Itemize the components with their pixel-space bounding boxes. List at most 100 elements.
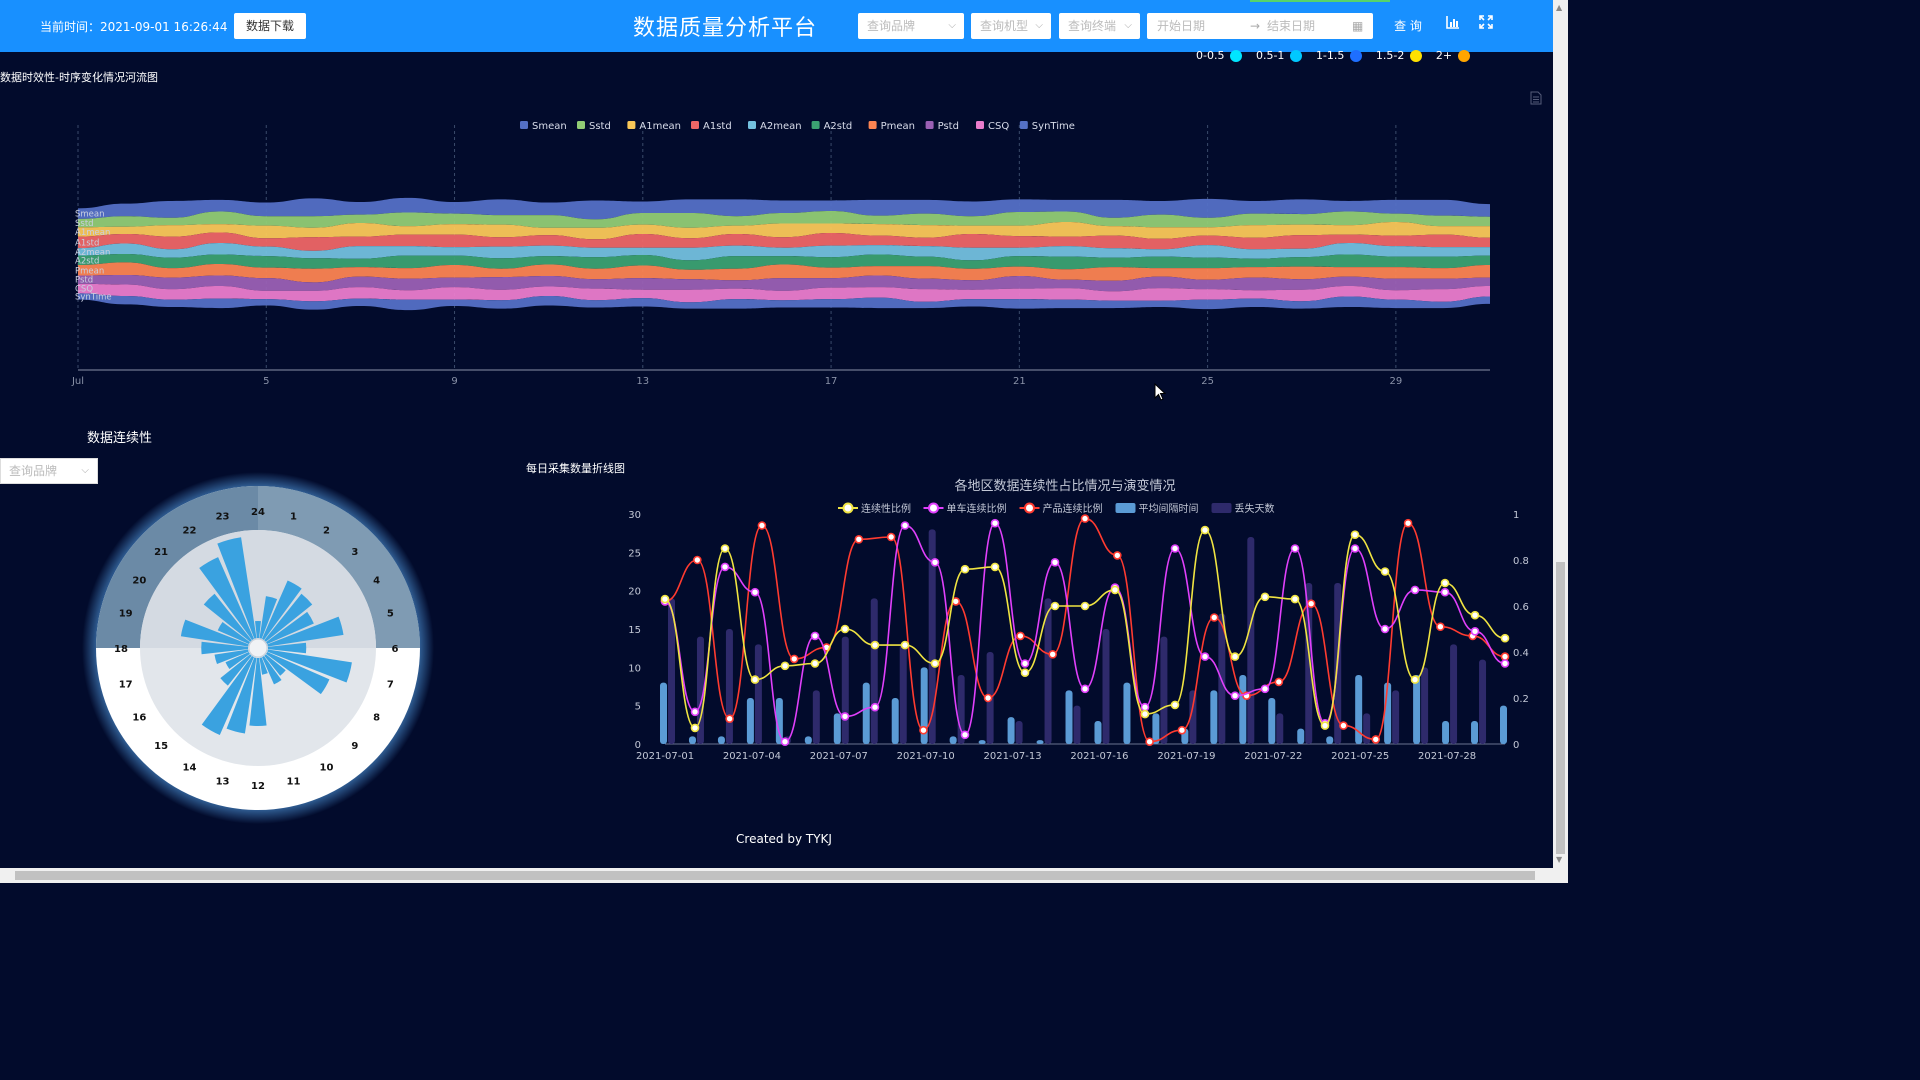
polar-angle-label: 2 bbox=[323, 525, 330, 536]
combo-legend-marker bbox=[842, 502, 854, 514]
combo-line-point bbox=[1371, 735, 1381, 744]
model-select[interactable]: 查询机型 ⌵ bbox=[971, 13, 1051, 39]
combo-line-point bbox=[1050, 601, 1060, 611]
polar-angle-label: 6 bbox=[392, 644, 399, 655]
combo-lost-days-bar bbox=[899, 644, 907, 744]
combo-line-point bbox=[1410, 675, 1420, 684]
river-legend-label: A2std bbox=[824, 121, 853, 132]
combo-line-point bbox=[1500, 652, 1510, 661]
document-icon[interactable] bbox=[1530, 90, 1542, 105]
theme-river-chart: Jul 5 9 13 17 21 25 29 Smean Sstd A1mean A1std A2mea… bbox=[71, 121, 1490, 387]
terminal-select[interactable]: 查询终端 ⌵ bbox=[1059, 13, 1140, 39]
data-download-button[interactable]: 数据下载 bbox=[234, 13, 306, 39]
combo-line-point bbox=[930, 558, 940, 567]
polar-angle-label: 1 bbox=[290, 512, 297, 523]
header-accent-line bbox=[1250, 0, 1390, 2]
combo-lost-days-bar bbox=[1160, 636, 1168, 744]
top-legend: 0-0.5 0.5-1 1-1.5 1.5-2 2+ bbox=[1196, 49, 1471, 62]
combo-lost-days-bar bbox=[754, 644, 762, 744]
terminal-select-placeholder: 查询终端 bbox=[1068, 19, 1117, 33]
fullscreen-icon[interactable] bbox=[1473, 13, 1499, 39]
chevron-down-icon: ⌵ bbox=[1035, 20, 1043, 31]
combo-avg-interval-bar bbox=[804, 736, 812, 744]
combo-x-tick-label: 2021-07-19 bbox=[1157, 751, 1215, 762]
combo-line-point bbox=[780, 737, 790, 747]
polar-angle-label: 13 bbox=[216, 776, 230, 787]
combo-line-point bbox=[720, 544, 730, 553]
polar-angle-label: 4 bbox=[373, 576, 380, 587]
vertical-scrollbar[interactable]: ▲ ▼ bbox=[1553, 0, 1568, 868]
polar-angle-label: 3 bbox=[351, 547, 358, 558]
polar-angle-label: 5 bbox=[387, 609, 394, 620]
combo-avg-interval-bar bbox=[688, 736, 696, 744]
combo-line-point bbox=[780, 661, 790, 671]
combo-avg-interval-bar bbox=[1268, 698, 1276, 744]
combo-legend-marker bbox=[928, 502, 939, 514]
river-legend-label: Sstd bbox=[589, 121, 611, 132]
combo-line-point bbox=[990, 562, 1000, 572]
legend-item: 0.5-1 bbox=[1255, 49, 1303, 62]
river-chart-title: 数据时效性-时序变化情况河流图 bbox=[0, 71, 158, 84]
chart-icon[interactable] bbox=[1440, 13, 1466, 39]
combo-x-tick-label: 2021-07-01 bbox=[636, 751, 694, 762]
combo-avg-interval-bar bbox=[1471, 721, 1479, 744]
combo-avg-interval-bar bbox=[1123, 682, 1131, 744]
river-legend-label: Pmean bbox=[881, 121, 915, 132]
combo-line-point bbox=[1177, 725, 1187, 735]
combo-x-tick-label: 2021-07-07 bbox=[810, 751, 868, 762]
legend-label: 0.5-1 bbox=[1255, 49, 1285, 62]
combo-avg-interval-bar bbox=[978, 740, 986, 744]
combo-avg-interval-bar bbox=[1297, 728, 1305, 744]
combo-legend-label: 产品连续比例 bbox=[1043, 502, 1103, 515]
river-legend-swatch bbox=[976, 121, 984, 129]
vertical-scroll-thumb[interactable] bbox=[1556, 562, 1565, 854]
river-legend-swatch bbox=[627, 121, 636, 129]
combo-line-point bbox=[720, 562, 730, 572]
horizontal-scrollbar[interactable] bbox=[0, 868, 1568, 883]
scroll-down-icon[interactable]: ▼ bbox=[1556, 855, 1562, 864]
combo-avg-interval-bar bbox=[1239, 675, 1247, 744]
start-date-input[interactable]: 开始日期 bbox=[1157, 13, 1205, 39]
horizontal-scroll-thumb[interactable] bbox=[15, 871, 1535, 880]
combo-legend-label: 平均间隔时间 bbox=[1139, 502, 1199, 515]
combo-avg-interval-bar bbox=[1007, 717, 1015, 744]
legend-dot bbox=[1410, 50, 1423, 62]
legend-item: 1-1.5 bbox=[1316, 49, 1363, 62]
combo-avg-interval-bar bbox=[862, 682, 870, 744]
combo-lost-days-bar bbox=[1102, 629, 1110, 744]
combo-line-point bbox=[1110, 585, 1120, 595]
combo-line-point bbox=[1350, 544, 1360, 553]
legend-dot bbox=[1350, 50, 1363, 62]
scroll-up-icon[interactable]: ▲ bbox=[1556, 3, 1562, 12]
river-legend-swatch bbox=[925, 121, 934, 129]
end-date-input[interactable]: 结束日期 bbox=[1267, 13, 1315, 39]
range-arrow-icon: → bbox=[1250, 19, 1261, 33]
brand-picker-placeholder: 查询品牌 bbox=[9, 464, 58, 478]
combo-line-point bbox=[1016, 631, 1025, 641]
river-legend-label: A1mean bbox=[639, 121, 681, 132]
legend-item: 2+ bbox=[1436, 49, 1471, 62]
combo-avg-interval-bar bbox=[1500, 705, 1507, 744]
combo-line-point bbox=[990, 518, 1000, 528]
combo-line-point bbox=[900, 521, 910, 530]
mouse-cursor-icon bbox=[1154, 383, 1166, 401]
combo-line-point bbox=[1380, 624, 1390, 634]
river-legend-swatch bbox=[868, 121, 877, 129]
query-button[interactable]: 查 询 bbox=[1384, 13, 1432, 39]
combo-avg-interval-bar bbox=[949, 736, 957, 744]
combo-line-point bbox=[750, 675, 760, 684]
combo-line-point bbox=[750, 587, 760, 597]
river-band-label: SynTime bbox=[75, 293, 112, 303]
combo-line-point bbox=[1170, 544, 1180, 553]
river-x-tick-label: 17 bbox=[825, 376, 838, 387]
legend-item: 0-0.5 bbox=[1196, 49, 1243, 62]
polar-angle-label: 21 bbox=[154, 547, 168, 558]
polar-angle-label: 7 bbox=[387, 679, 394, 690]
river-x-tick-label: 5 bbox=[263, 376, 269, 387]
combo-line-point bbox=[660, 594, 670, 604]
combo-line-point bbox=[919, 725, 928, 735]
polar-angle-label: 24 bbox=[251, 507, 265, 518]
river-legend-label: CSQ bbox=[988, 121, 1009, 132]
brand-select[interactable]: 查询品牌 ⌵ bbox=[858, 13, 964, 39]
date-range-picker[interactable]: 开始日期 → 结束日期 ▦ bbox=[1147, 13, 1373, 39]
